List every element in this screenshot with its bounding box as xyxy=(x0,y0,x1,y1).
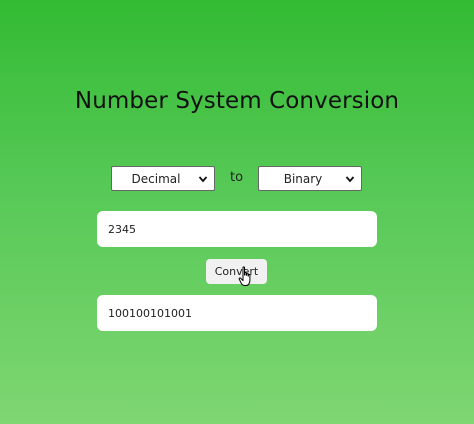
chevron-down-icon xyxy=(345,176,355,183)
chevron-down-icon xyxy=(198,176,208,183)
result-output-value: 100100101001 xyxy=(108,306,192,320)
to-label: to xyxy=(230,170,244,185)
number-input[interactable]: 2345 xyxy=(97,211,377,247)
convert-button[interactable]: Convert xyxy=(206,259,267,284)
number-input-value: 2345 xyxy=(108,222,136,236)
page-title: Number System Conversion xyxy=(74,88,400,114)
convert-button-label: Convert xyxy=(214,265,259,278)
conversion-page: Number System Conversion Decimal to Bina… xyxy=(0,0,474,424)
from-system-select[interactable]: Decimal xyxy=(111,166,215,191)
to-system-select[interactable]: Binary xyxy=(258,166,362,191)
result-output: 100100101001 xyxy=(97,295,377,331)
unit-selector-row: Decimal to Binary xyxy=(0,166,474,193)
